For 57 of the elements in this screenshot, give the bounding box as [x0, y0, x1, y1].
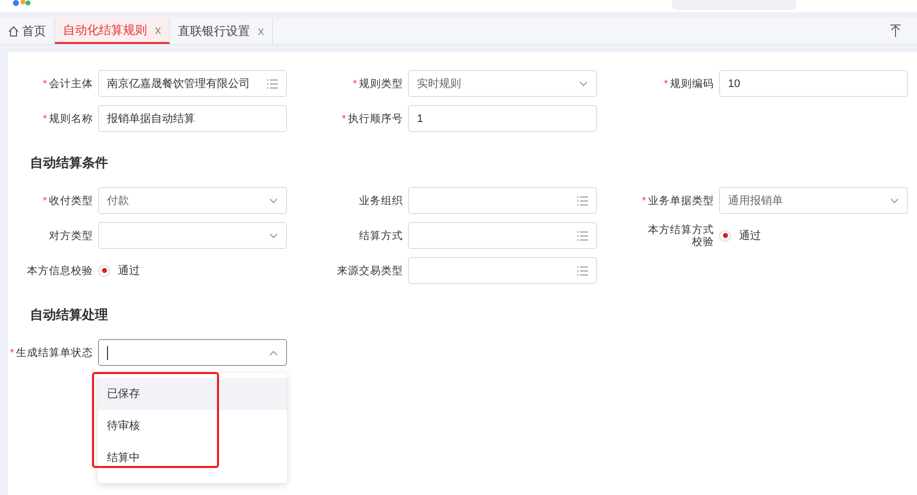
required-mark: * [42, 112, 47, 124]
dropdown-option[interactable]: 已保存 [98, 378, 287, 410]
list-icon [577, 230, 588, 240]
tab[interactable]: 自动化结算规则 x [55, 18, 170, 44]
radio-label: 通过 [118, 264, 140, 278]
input-field[interactable]: 10 [719, 70, 908, 97]
section-title: 自动结算处理 [30, 306, 109, 324]
lookup-field[interactable]: 南京亿嘉晟餐饮管理有限公司 [98, 70, 287, 97]
field-label: 业务单据类型 [648, 194, 714, 206]
chevron-down-icon [269, 198, 278, 204]
field-label: 来源交易类型 [337, 264, 403, 276]
tab[interactable]: 直联银行设置 x [170, 18, 273, 44]
input-field[interactable]: 报销单据自动结算 [98, 105, 287, 132]
select-field[interactable]: 实时规则 [408, 70, 597, 97]
field-label: 规则名称 [49, 112, 93, 124]
field-label: 规则编码 [670, 78, 714, 90]
field-label: 对方类型 [49, 230, 93, 242]
upload-icon[interactable] [890, 24, 901, 38]
required-mark: * [352, 78, 357, 90]
lookup-field[interactable] [408, 222, 597, 249]
logo-icon [12, 0, 32, 8]
field-label: 校验 [692, 236, 714, 248]
required-mark: * [342, 112, 346, 124]
lookup-field[interactable] [408, 187, 597, 214]
field-label: 结算方式 [359, 230, 403, 242]
field-label: 会计主体 [49, 78, 93, 90]
section-title: 自动结算条件 [30, 154, 109, 172]
field-label: 收付类型 [49, 194, 93, 206]
required-mark: * [42, 78, 47, 90]
chevron-up-icon [269, 350, 278, 356]
required-mark: * [664, 78, 668, 90]
chevron-down-icon [579, 80, 588, 86]
select-field[interactable]: 通用报销单 [719, 187, 908, 214]
radio-button[interactable] [719, 230, 731, 242]
required-mark: * [642, 194, 646, 206]
field-label: 生成结算单状态 [16, 346, 93, 358]
field-label: 规则类型 [359, 78, 403, 90]
list-icon [577, 196, 588, 206]
required-mark: * [10, 346, 14, 358]
select-field[interactable] [98, 222, 287, 249]
radio-button[interactable] [98, 264, 110, 276]
input-field[interactable]: 1 [408, 105, 597, 132]
lookup-field[interactable] [408, 257, 597, 284]
select-field[interactable]: 付款 [98, 187, 287, 214]
list-icon [267, 78, 278, 88]
chevron-down-icon [269, 232, 278, 238]
chevron-down-icon [890, 198, 899, 204]
required-mark: * [42, 194, 47, 206]
radio-label: 通过 [739, 228, 761, 243]
dropdown-option[interactable]: 结算中 [98, 442, 287, 474]
list-icon [577, 266, 588, 276]
field-label: 本方信息校验 [27, 264, 93, 276]
field-label: 执行顺序号 [348, 112, 403, 124]
dropdown-option[interactable]: 待审核 [98, 410, 287, 442]
home-icon [8, 26, 19, 36]
field-label: 本方结算方式 [648, 224, 714, 236]
field-label: 业务组织 [359, 194, 403, 206]
